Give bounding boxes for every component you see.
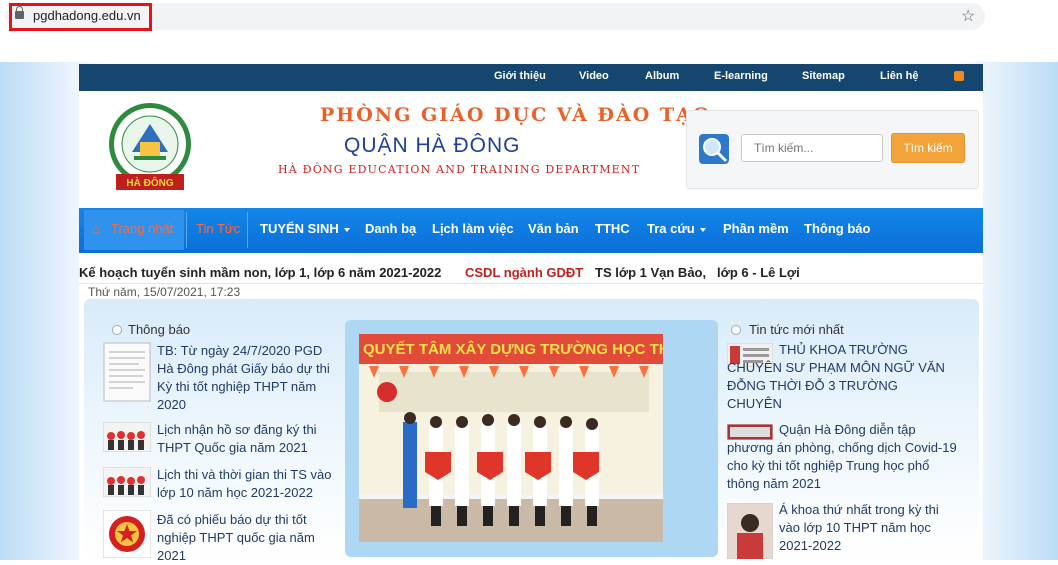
nav-lich-lam-viec[interactable]: Lịch làm việc: [432, 221, 514, 236]
nav-trang-nhat[interactable]: Trang nhất: [111, 221, 173, 236]
nav-van-ban[interactable]: Văn bản: [528, 221, 579, 236]
ticker-item[interactable]: Kế hoạch tuyển sinh mầm non, lớp 1, lớp …: [79, 265, 441, 280]
news-title: Tin tức mới nhất: [749, 322, 844, 337]
rss-icon[interactable]: [954, 71, 964, 81]
emblem-thumbnail[interactable]: [103, 510, 151, 558]
featured-photo[interactable]: QUYẾT TÂM XÂY DỰNG TRƯỜNG HỌC THÂN TH: [359, 334, 663, 542]
ticker-item[interactable]: TS lớp 1 Vạn Bảo,: [595, 265, 706, 280]
photo-banner-text: QUYẾT TÂM XÂY DỰNG TRƯỜNG HỌC THÂN TH: [363, 340, 663, 358]
nav-thong-bao[interactable]: Thông báo: [804, 221, 870, 236]
news-item[interactable]: Quận Hà Đông diễn tập phương án phòng, c…: [727, 421, 957, 493]
nav-divider: [247, 212, 248, 248]
ticker-item[interactable]: lớp 6 - Lê Lợi: [717, 265, 800, 280]
topnav-video[interactable]: Video: [579, 70, 609, 82]
news-item[interactable]: THỦ KHOA TRƯỜNG CHUYÊN SƯ PHẠM MÔN NGỮ V…: [727, 341, 947, 413]
news-item[interactable]: Á khoa thứ nhất trong kỳ thi vào lớp 10 …: [779, 501, 954, 555]
home-icon: ⌂: [92, 221, 100, 236]
topnav-gioi-thieu[interactable]: Giới thiệu: [494, 70, 546, 82]
bookmark-star-icon[interactable]: ☆: [961, 6, 975, 26]
url-highlight-box: [9, 3, 152, 31]
current-date: Thứ năm, 15/07/2021, 17:23: [88, 285, 241, 299]
topnav-elearning[interactable]: E-learning: [714, 70, 768, 82]
bullet-icon: [731, 325, 741, 335]
announcements-title: Thông báo: [128, 322, 191, 337]
chevron-down-icon: [699, 227, 706, 232]
header-title-line3: HÀ ĐÔNG EDUCATION AND TRAINING DEPARTMEN…: [278, 163, 641, 176]
nav-tthc[interactable]: TTHC: [595, 221, 630, 236]
topnav-sitemap[interactable]: Sitemap: [802, 70, 845, 82]
nav-divider: [186, 212, 187, 248]
site-logo[interactable]: HÀ ĐÔNG: [104, 100, 196, 196]
announcement-item[interactable]: Lịch nhận hồ sơ đăng ký thi THPT Quốc gi…: [157, 421, 337, 457]
logo-text-bottom: HÀ ĐÔNG: [126, 176, 173, 189]
nav-tin-tuc[interactable]: Tin Tức: [196, 221, 240, 236]
announcement-item[interactable]: TB: Từ ngày 24/7/2020 PGD Hà Đông phát G…: [157, 342, 337, 414]
nav-tuyen-sinh-label: TUYỂN SINH: [260, 221, 339, 236]
header-title-line2: QUẬN HÀ ĐÔNG: [344, 134, 521, 157]
ticker-item[interactable]: CSDL ngành GDĐT: [465, 265, 583, 280]
topnav-album[interactable]: Album: [645, 70, 679, 82]
photo-thumbnail[interactable]: [103, 467, 151, 497]
chevron-down-icon: [343, 227, 350, 232]
search-input[interactable]: [741, 134, 883, 162]
header-title-line1: PHÒNG GIÁO DỤC VÀ ĐÀO TẠO: [320, 104, 712, 126]
announcement-item[interactable]: Đã có phiếu báo dự thi tốt nghiệp THPT q…: [157, 511, 327, 565]
nav-danh-ba[interactable]: Danh bạ: [365, 221, 416, 236]
browser-toolbar: pgdhadong.edu.vn ☆: [0, 0, 1058, 36]
nav-tra-cuu[interactable]: Tra cứu: [647, 221, 706, 236]
search-icon: [699, 134, 729, 164]
nav-phan-mem[interactable]: Phần mềm: [723, 221, 789, 236]
document-thumbnail[interactable]: [103, 342, 151, 402]
bullet-icon: [112, 325, 122, 335]
announcement-item[interactable]: Lịch thi và thời gian thi TS vào lớp 10 …: [157, 466, 337, 502]
nav-tra-cuu-label: Tra cứu: [647, 221, 695, 236]
news-thumbnail[interactable]: [727, 503, 773, 559]
photo-thumbnail[interactable]: [103, 422, 151, 452]
address-bar[interactable]: [5, 3, 985, 30]
topnav-lien-he[interactable]: Liên hệ: [880, 70, 919, 82]
nav-tuyen-sinh[interactable]: TUYỂN SINH: [260, 221, 350, 236]
search-button[interactable]: Tìm kiếm: [891, 133, 965, 163]
